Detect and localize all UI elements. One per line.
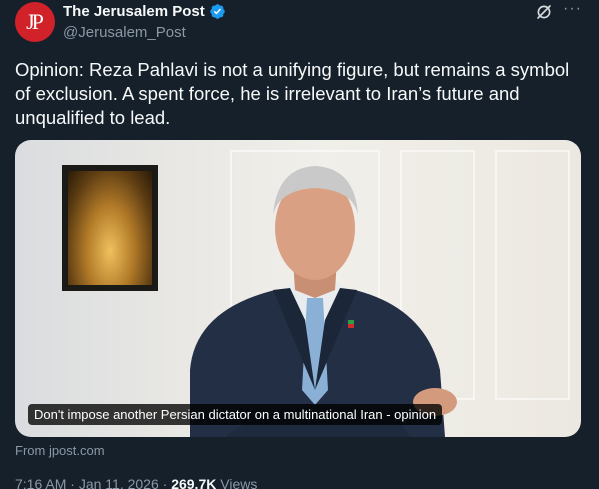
avatar[interactable]: JP [15, 2, 55, 42]
verified-badge-icon[interactable] [209, 3, 226, 20]
meta-separator: · [66, 476, 79, 489]
card-headline: Don't impose another Persian dictator on… [28, 404, 443, 425]
card-source-link[interactable]: From jpost.com [15, 443, 105, 458]
framed-painting [62, 165, 158, 291]
link-card[interactable]: Don't impose another Persian dictator on… [15, 140, 581, 437]
wall-panel [495, 150, 570, 400]
portrait-photo [190, 166, 457, 437]
meta-separator: · [158, 476, 172, 489]
more-options-icon[interactable]: ··· [563, 0, 582, 18]
tweet: JP The Jerusalem Post @Jerusalem_Post ··… [0, 0, 599, 489]
display-name[interactable]: The Jerusalem Post [63, 3, 205, 20]
author-name-row: The Jerusalem Post [63, 3, 226, 20]
avatar-logo: JP [26, 9, 44, 34]
tweet-time[interactable]: 7:16 AM [15, 476, 66, 489]
author-handle[interactable]: @Jerusalem_Post [63, 24, 186, 41]
tweet-date[interactable]: Jan 11, 2026 [79, 476, 159, 489]
views-count: 269.7K [171, 476, 217, 489]
views-label: Views [216, 476, 258, 489]
grok-icon[interactable] [535, 3, 553, 21]
painting-canvas [68, 171, 152, 285]
tweet-text: Opinion: Reza Pahlavi is not a unifying … [15, 59, 570, 128]
tweet-meta: 7:16 AM · Jan 11, 2026 · 269.7K Views [15, 476, 257, 489]
